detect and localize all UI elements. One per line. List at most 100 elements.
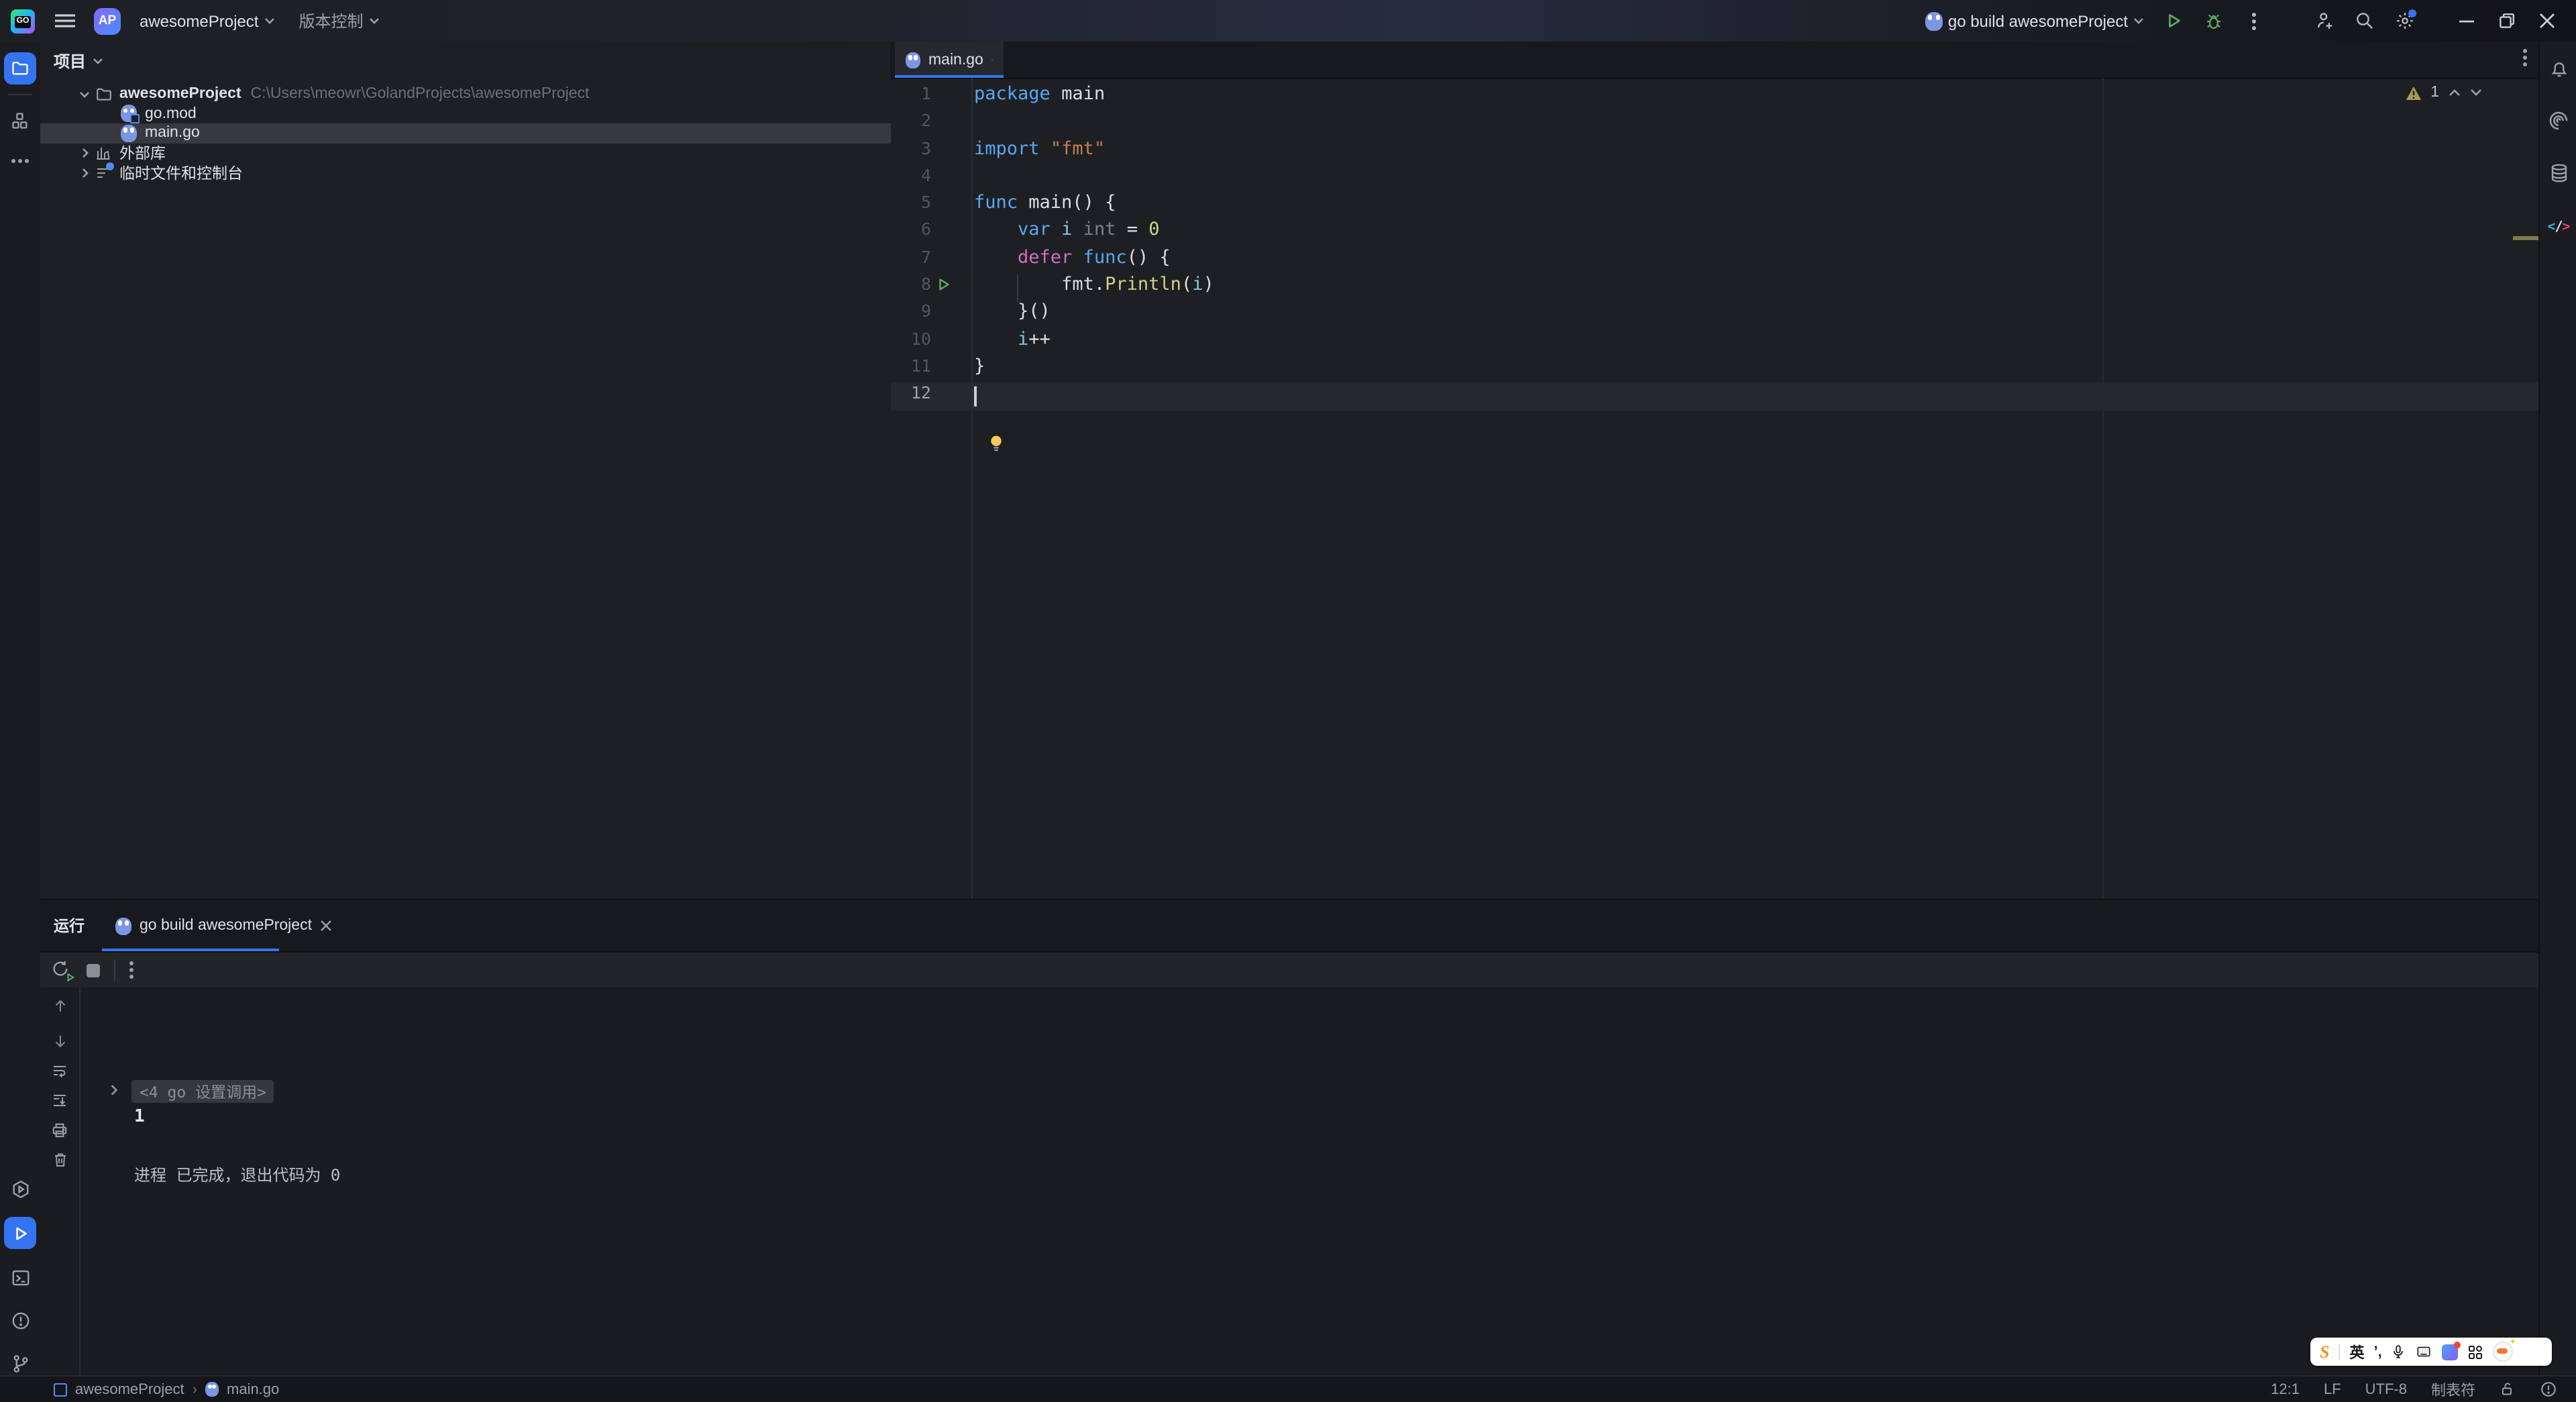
close-button[interactable] [2530, 5, 2563, 37]
ime-toolbox-icon[interactable] [2468, 1344, 2484, 1360]
soft-wrap-button[interactable] [49, 1060, 70, 1081]
bell-icon [2551, 62, 2567, 76]
prev-problem-icon[interactable] [2449, 89, 2461, 97]
line-ending-widget[interactable]: LF [2324, 1381, 2341, 1397]
vcs-widget[interactable]: 版本控制 [293, 5, 384, 36]
tool-git-button[interactable] [4, 1347, 36, 1379]
run-panel-title[interactable]: 运行 [54, 900, 85, 951]
run-panel-header: 运行 go build awesomeProject [40, 900, 2538, 951]
chevron-collapsed-icon [78, 167, 91, 178]
code-with-me-button[interactable] [2308, 5, 2340, 37]
unlock-icon[interactable] [2500, 1381, 2516, 1398]
run-configuration-widget[interactable]: go build awesomeProject [1920, 7, 2149, 34]
goland-logo-icon: GO [11, 9, 35, 33]
ellipsis-icon [11, 159, 29, 163]
debug-button[interactable] [2198, 5, 2230, 37]
go-file-icon [121, 124, 137, 142]
tree-item-scratches[interactable]: 临时文件和控制台 [40, 162, 928, 182]
close-tab-icon[interactable] [991, 54, 993, 65]
main-menu-button[interactable] [48, 5, 80, 37]
ime-assistant-icon[interactable] [2493, 1338, 2516, 1362]
code-editor[interactable]: 1 2 3 4 5 6 7 8 9 10 11 12 package main import "fmt"… [891, 78, 2538, 899]
ime-punctuation-toggle[interactable]: ’, [2373, 1344, 2381, 1360]
chevron-expanded-icon [78, 91, 91, 98]
tool-terminal-button[interactable] [4, 1261, 36, 1293]
problems-icon [11, 1311, 29, 1329]
sogou-logo[interactable]: S [2320, 1341, 2329, 1362]
clear-console-button[interactable] [49, 1148, 70, 1170]
stop-button[interactable] [86, 963, 101, 977]
tree-item-maingo[interactable]: main.go [40, 123, 971, 144]
project-path: C:\Users\meowr\GolandProjects\awesomePro… [250, 86, 590, 103]
encoding-widget[interactable]: UTF-8 [2365, 1381, 2407, 1397]
tool-problems-button[interactable] [4, 1304, 36, 1336]
search-everywhere-button[interactable] [2348, 5, 2380, 37]
jump-up-button[interactable] [49, 995, 70, 1017]
inspections-widget[interactable]: 1 [2405, 85, 2482, 101]
tool-services-button[interactable] [4, 1173, 36, 1205]
jump-down-button[interactable] [49, 1030, 70, 1052]
database-button[interactable] [2542, 157, 2575, 189]
warning-count: 1 [2430, 85, 2439, 101]
close-tab-icon[interactable] [320, 920, 331, 931]
run-tool-window: 运行 go build awesomeProject <4 go 设置调用> 1… [40, 899, 2538, 1377]
folder-icon [12, 62, 28, 75]
endpoints-button[interactable]: </> [2542, 211, 2575, 243]
tree-item-gomod[interactable]: go.mod [40, 104, 971, 124]
tool-structure-button[interactable] [4, 105, 36, 137]
chevron-down-icon [2134, 18, 2143, 24]
go-file-icon [906, 52, 920, 68]
analysis-status-icon[interactable] [2540, 1381, 2557, 1398]
settings-button[interactable] [2388, 5, 2420, 37]
soft-wrap-icon [54, 1066, 66, 1078]
rerun-button[interactable] [51, 959, 74, 982]
editor-area: main.go 1 2 3 4 5 6 7 8 9 10 11 12 package main impo… [891, 42, 2538, 899]
chevron-down-icon [264, 18, 274, 24]
structure-icon [12, 113, 28, 129]
arrow-up-icon [54, 1000, 65, 1012]
goland-window: GO AP awesomeProject 版本控制 go build aweso… [0, 0, 2576, 1402]
caret-position-widget[interactable]: 12:1 [2271, 1381, 2300, 1397]
print-button[interactable] [49, 1119, 70, 1140]
console-folded-setup-line[interactable]: <4 go 设置调用> [131, 1080, 274, 1103]
code-tags-icon: </> [2547, 219, 2570, 234]
indent-widget[interactable]: 制表符 [2431, 1379, 2475, 1400]
run-tab-go-build[interactable]: go build awesomeProject [102, 900, 344, 951]
more-tool-windows-button[interactable] [4, 145, 36, 177]
intention-bulb-icon[interactable] [989, 435, 1004, 452]
editor-tab-maingo[interactable]: main.go [895, 42, 1004, 78]
console-more-button[interactable] [129, 961, 134, 979]
notifications-button[interactable] [2542, 52, 2575, 85]
project-avatar[interactable]: AP [94, 7, 121, 34]
search-icon [2356, 13, 2373, 30]
ime-lang-toggle[interactable]: 英 [2349, 1341, 2364, 1362]
settings-notification-dot [2408, 9, 2416, 17]
breadcrumb-project[interactable]: awesomeProject [75, 1381, 184, 1397]
minimize-button[interactable] [2450, 5, 2482, 37]
more-actions-button[interactable] [2238, 5, 2270, 37]
run-gutter-icon[interactable] [936, 276, 951, 292]
project-panel-header[interactable]: 项目 [54, 51, 103, 71]
tree-item-external-libraries[interactable]: 外部库 [40, 144, 928, 163]
bug-icon [2207, 13, 2220, 29]
console-output: 1 [134, 1107, 145, 1127]
scroll-to-end-button[interactable] [49, 1089, 70, 1111]
tab-list-button[interactable] [2522, 48, 2528, 67]
gopher-run-icon [115, 917, 131, 934]
breadcrumb-file[interactable]: main.go [227, 1381, 279, 1397]
tool-run-button[interactable] [4, 1217, 36, 1249]
tool-project-button[interactable] [4, 52, 36, 85]
next-problem-icon[interactable] [2470, 89, 2482, 97]
run-button[interactable] [2157, 5, 2190, 37]
microphone-icon[interactable] [2392, 1343, 2406, 1360]
ai-assistant-button[interactable] [2542, 105, 2575, 137]
warning-stripe-mark[interactable] [2513, 236, 2538, 240]
tree-root-awesomeProject[interactable]: awesomeProject C:\Users\meowr\GolandProj… [40, 85, 928, 104]
console-exit-message: 进程 已完成，退出代码为 0 [134, 1166, 341, 1185]
project-widget[interactable]: awesomeProject [134, 7, 280, 34]
keyboard-icon[interactable] [2416, 1344, 2433, 1359]
fold-expander-icon[interactable] [110, 1084, 118, 1096]
ime-skin-icon[interactable] [2442, 1341, 2461, 1360]
run-console[interactable]: <4 go 设置调用> 1 进程 已完成，退出代码为 0 [80, 987, 2538, 1377]
restore-button[interactable] [2490, 5, 2522, 37]
